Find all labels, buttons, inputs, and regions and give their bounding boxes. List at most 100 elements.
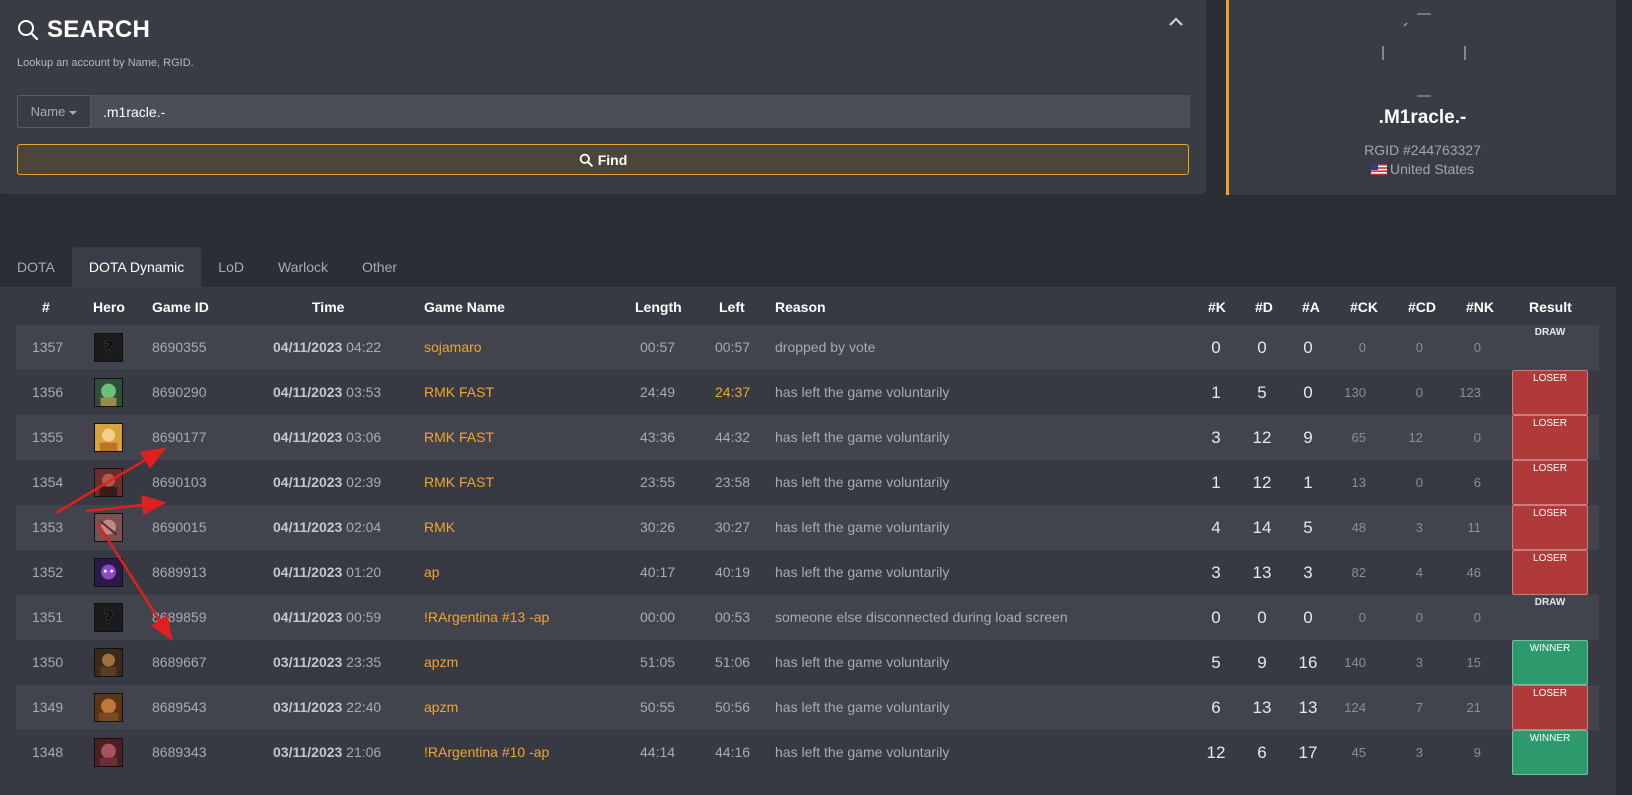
brown-hero-icon[interactable] [94, 648, 123, 677]
game-id-link[interactable]: 8689543 [152, 685, 207, 730]
green-hero-icon[interactable] [94, 378, 123, 407]
game-length: 23:55 [640, 474, 676, 490]
game-name-link[interactable]: !RArgentina #10 -ap [424, 730, 549, 775]
game-id-link[interactable]: 8689343 [152, 730, 207, 775]
left-time: 00:53 [715, 609, 751, 625]
tab-other[interactable]: Other [345, 247, 414, 287]
search-input[interactable] [91, 95, 1190, 128]
search-type-dropdown[interactable]: Name [17, 95, 91, 128]
result-badge: WINNER [1512, 640, 1588, 685]
creep-denies-value: 3 [1415, 520, 1423, 535]
creep-kills-value: 0 [1358, 340, 1366, 355]
red-hero-icon[interactable] [94, 468, 123, 497]
game-time: 03/11/2023 23:35 [273, 654, 382, 670]
creep-kills-value: 124 [1344, 700, 1366, 715]
table-row[interactable]: 1352 8689913 04/11/2023 01:20 ap 40:17 40:19 h… [16, 550, 1599, 595]
left-time: 40:19 [715, 564, 751, 580]
deaths-value: 13 [1252, 698, 1272, 717]
kills-value: 3 [1211, 428, 1221, 447]
gold-hero-icon[interactable] [94, 423, 123, 452]
find-button[interactable]: Find [17, 144, 1189, 175]
header-game-name: Game Name [424, 299, 505, 315]
header-hero: Hero [93, 299, 125, 315]
game-name-link[interactable]: apzm [424, 685, 458, 730]
creep-kills-value: 0 [1358, 610, 1366, 625]
search-icon [579, 153, 593, 167]
left-time: 50:56 [715, 699, 751, 715]
game-name-link[interactable]: RMK FAST [424, 415, 494, 460]
search-subtitle: Lookup an account by Name, RGID. [17, 57, 194, 69]
leave-reason: has left the game voluntarily [775, 429, 950, 445]
find-button-label: Find [597, 151, 628, 168]
game-time: 04/11/2023 03:06 [273, 429, 382, 445]
table-row[interactable]: 1353 8690015 04/11/2023 02:04 RMK 30:26 30:27… [16, 505, 1599, 550]
leave-reason: dropped by vote [775, 339, 876, 355]
table-row[interactable]: 1348 8689343 03/11/2023 21:06 !RArgentina #… [16, 730, 1599, 775]
chevron-up-icon[interactable] [1166, 12, 1186, 32]
leave-reason: has left the game voluntarily [775, 384, 950, 400]
game-name-link[interactable]: apzm [424, 640, 458, 685]
row-number: 1353 [32, 519, 64, 535]
maroon-hero-icon[interactable] [94, 738, 123, 767]
table-row[interactable]: 1351? 8689859 04/11/2023 00:59 !RArgentina … [16, 595, 1599, 640]
game-name-link[interactable]: ap [424, 550, 440, 595]
game-id-link[interactable]: 8690290 [152, 370, 207, 415]
kills-value: 12 [1206, 743, 1226, 762]
game-name-link[interactable]: RMK [424, 505, 455, 550]
result-badge: DRAW [1534, 597, 1566, 608]
game-id-link[interactable]: 8689913 [152, 550, 207, 595]
creep-denies-value: 0 [1415, 610, 1423, 625]
table-row[interactable]: 1356 8690290 04/11/2023 03:53 RMK FAST 24:49… [16, 370, 1599, 415]
tab-warlock[interactable]: Warlock [261, 247, 345, 287]
purple-hero-icon[interactable] [94, 558, 123, 587]
game-time: 04/11/2023 03:53 [273, 384, 382, 400]
table-row[interactable]: 1354 8690103 04/11/2023 02:39 RMK FAST 23:55… [16, 460, 1599, 505]
tab-dota[interactable]: DOTA [0, 247, 72, 287]
unknown-hero-icon[interactable]: ? [94, 333, 123, 362]
kills-value: 0 [1211, 608, 1221, 627]
assists-value: 16 [1298, 653, 1318, 672]
neutral-kills-value: 9 [1473, 745, 1481, 760]
creep-kills-value: 130 [1344, 385, 1366, 400]
result-badge: LOSER [1512, 505, 1588, 550]
result-badge: LOSER [1512, 415, 1588, 460]
game-name-link[interactable]: !RArgentina #13 -ap [424, 595, 549, 640]
game-time: 04/11/2023 02:04 [273, 519, 382, 535]
deaths-value: 14 [1252, 518, 1272, 537]
game-length: 24:49 [640, 384, 676, 400]
game-time: 04/11/2023 04:22 [273, 339, 382, 355]
table-row[interactable]: 1355 8690177 04/11/2023 03:06 RMK FAST 43:36… [16, 415, 1599, 460]
game-id-link[interactable]: 8690015 [152, 505, 207, 550]
table-row[interactable]: 1349 8689543 03/11/2023 22:40 apzm 50:55 50:5… [16, 685, 1599, 730]
game-id-link[interactable]: 8690355 [152, 325, 207, 370]
tab-lod[interactable]: LoD [201, 247, 261, 287]
row-number: 1357 [32, 339, 64, 355]
creep-kills-value: 140 [1344, 655, 1366, 670]
leave-reason: has left the game voluntarily [775, 564, 950, 580]
game-length: 30:26 [640, 519, 676, 535]
leave-reason: has left the game voluntarily [775, 699, 950, 715]
row-number: 1356 [32, 384, 64, 400]
game-name-link[interactable]: RMK FAST [424, 370, 494, 415]
creep-denies-value: 4 [1415, 565, 1423, 580]
game-id-link[interactable]: 8689667 [152, 640, 207, 685]
assists-value: 17 [1298, 743, 1318, 762]
game-id-link[interactable]: 8689859 [152, 595, 207, 640]
result-badge: LOSER [1512, 460, 1588, 505]
orange-hero-icon[interactable] [94, 693, 123, 722]
tab-dota-dynamic[interactable]: DOTA Dynamic [71, 247, 202, 287]
game-id-link[interactable]: 8690177 [152, 415, 207, 460]
flesh-hero-icon[interactable] [94, 513, 123, 542]
creep-denies-value: 12 [1408, 430, 1423, 445]
header-game-id: Game ID [152, 299, 209, 315]
game-time: 04/11/2023 02:39 [273, 474, 382, 490]
table-row[interactable]: 1350 8689667 03/11/2023 23:35 apzm 51:05 51:0… [16, 640, 1599, 685]
game-id-link[interactable]: 8690103 [152, 460, 207, 505]
unknown-hero-icon[interactable]: ? [94, 603, 123, 632]
creep-kills-value: 82 [1351, 565, 1366, 580]
table-row[interactable]: 1357? 8690355 04/11/2023 04:22 sojamaro 00:5… [16, 325, 1599, 370]
game-name-link[interactable]: RMK FAST [424, 460, 494, 505]
game-name-link[interactable]: sojamaro [424, 325, 482, 370]
deaths-value: 13 [1252, 563, 1272, 582]
search-title: SEARCH [17, 16, 150, 44]
